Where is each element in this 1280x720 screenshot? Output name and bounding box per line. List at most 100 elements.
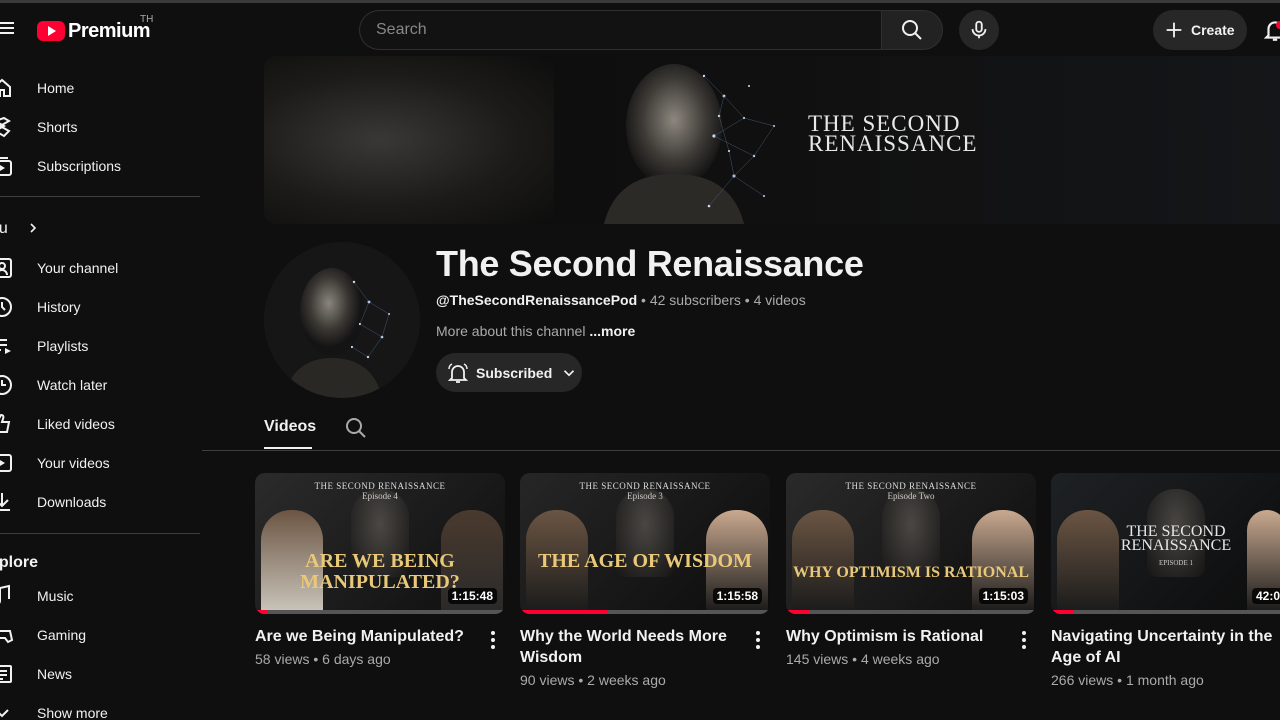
banner-title: THE SECOND RENAISSANCE bbox=[808, 112, 978, 156]
video-card[interactable]: THE SECOND RENAISSANCE EPISODE 1 42:0 Na… bbox=[1051, 473, 1280, 688]
video-card[interactable]: THE SECOND RENAISSANCE Episode Two WHY O… bbox=[786, 473, 1036, 667]
sidebar-item-label: History bbox=[37, 298, 81, 315]
sidebar-you-heading[interactable]: ou bbox=[0, 209, 202, 248]
sidebar-item-home[interactable]: Home bbox=[0, 68, 202, 107]
chevron-down-icon bbox=[564, 369, 575, 376]
video-thumbnail[interactable]: THE SECOND RENAISSANCE Episode Two WHY O… bbox=[786, 473, 1036, 614]
gaming-icon bbox=[0, 630, 14, 644]
your-videos-icon bbox=[0, 454, 12, 472]
your-channel-icon bbox=[0, 258, 12, 278]
thumb-headline: ARE WE BEING MANIPULATED? bbox=[300, 550, 460, 593]
explore-heading-label: xplore bbox=[0, 553, 39, 571]
search-input[interactable] bbox=[359, 10, 881, 50]
meta-separator: • bbox=[309, 651, 323, 667]
plus-icon bbox=[1166, 22, 1182, 38]
banner-line-2: RENAISSANCE bbox=[808, 131, 978, 156]
create-button[interactable]: Create bbox=[1153, 10, 1247, 50]
video-duration: 42:0 bbox=[1251, 588, 1280, 604]
channel-about[interactable]: More about this channel ...more bbox=[436, 323, 635, 339]
view-count: 90 views bbox=[520, 672, 575, 688]
sidebar-item-show-more[interactable]: Show more bbox=[0, 693, 202, 720]
search-bar bbox=[359, 10, 943, 50]
video-title[interactable]: Why Optimism is Rational bbox=[786, 626, 1011, 647]
video-count: 4 videos bbox=[753, 292, 806, 308]
chevron-right-icon bbox=[30, 223, 37, 233]
subscribed-button[interactable]: Subscribed bbox=[436, 353, 582, 392]
create-label: Create bbox=[1191, 22, 1235, 38]
sidebar-item-label: Downloads bbox=[37, 493, 107, 510]
sidebar-item-gaming[interactable]: Gaming bbox=[0, 615, 202, 654]
sidebar-item-shorts[interactable]: Shorts bbox=[0, 107, 202, 146]
video-card[interactable]: THE SECOND RENAISSANCE Episode 4 ARE WE … bbox=[255, 473, 505, 667]
sidebar-item-history[interactable]: History bbox=[0, 287, 202, 326]
video-thumbnail[interactable]: THE SECOND RENAISSANCE EPISODE 1 42:0 bbox=[1051, 473, 1280, 614]
thumb-series: THE SECOND RENAISSANCE bbox=[314, 481, 446, 491]
more-actions-icon[interactable] bbox=[1014, 628, 1034, 652]
playlists-icon bbox=[0, 339, 11, 354]
sidebar-item-playlists[interactable]: Playlists bbox=[0, 326, 202, 365]
video-title[interactable]: Are we Being Manipulated? bbox=[255, 626, 480, 647]
tabs-divider bbox=[202, 450, 1280, 451]
chevron-down-icon bbox=[0, 709, 9, 718]
upload-age: 1 month ago bbox=[1125, 672, 1204, 688]
sidebar-item-your-channel[interactable]: Your channel bbox=[0, 248, 202, 287]
video-card[interactable]: THE SECOND RENAISSANCE Episode 3 THE AGE… bbox=[520, 473, 770, 688]
search-icon bbox=[902, 20, 922, 40]
video-title[interactable]: Why the World Needs More Wisdom bbox=[520, 626, 745, 668]
meta-separator: • bbox=[848, 651, 861, 667]
watch-progress-track bbox=[520, 610, 770, 614]
thumb-headline: WHY OPTIMISM IS RATIONAL bbox=[792, 564, 1030, 581]
video-meta: 90 views • 2 weeks ago bbox=[520, 672, 666, 688]
sidebar-item-label: News bbox=[37, 665, 73, 682]
sidebar-item-music[interactable]: Music bbox=[0, 576, 202, 615]
sidebar-item-watch-later[interactable]: Watch later bbox=[0, 365, 202, 404]
channel-search-icon[interactable] bbox=[344, 416, 368, 440]
video-title[interactable]: Navigating Uncertainty in the Age of AI bbox=[1051, 626, 1276, 668]
sidebar-item-news[interactable]: News bbox=[0, 654, 202, 693]
sidebar-item-label: Show more bbox=[37, 704, 108, 720]
upload-age: 4 weeks ago bbox=[860, 651, 940, 667]
sidebar-item-label: Your videos bbox=[37, 454, 110, 471]
tab-videos[interactable]: Videos bbox=[264, 418, 316, 436]
more-actions-icon[interactable] bbox=[483, 628, 503, 652]
sidebar-item-liked-videos[interactable]: Liked videos bbox=[0, 404, 202, 443]
voice-search-button[interactable] bbox=[959, 10, 999, 50]
like-icon bbox=[0, 413, 11, 433]
country-code: TH bbox=[140, 14, 154, 25]
sidebar-item-downloads[interactable]: Downloads bbox=[0, 482, 202, 521]
logo-text: Premium bbox=[68, 19, 151, 42]
sidebar-item-subscriptions[interactable]: Subscriptions bbox=[0, 146, 202, 185]
you-heading-label: ou bbox=[0, 219, 8, 237]
video-thumbnail[interactable]: THE SECOND RENAISSANCE Episode 3 THE AGE… bbox=[520, 473, 770, 614]
news-icon bbox=[0, 665, 12, 683]
thumb-headline: THE SECOND RENAISSANCE bbox=[1120, 523, 1232, 554]
banner-statue-art bbox=[604, 64, 775, 224]
watch-progress-fill bbox=[520, 610, 608, 614]
avatar-statue-art bbox=[264, 242, 420, 398]
sidebar: Home Shorts Subscriptions ou Your channe… bbox=[0, 57, 202, 720]
channel-avatar[interactable] bbox=[264, 242, 420, 398]
music-icon bbox=[0, 584, 10, 604]
channel-meta: @TheSecondRenaissancePod • 42 subscriber… bbox=[436, 292, 806, 308]
watch-progress-track bbox=[786, 610, 1036, 614]
youtube-premium-logo[interactable]: Premium bbox=[37, 18, 151, 44]
video-thumbnail[interactable]: THE SECOND RENAISSANCE Episode 4 ARE WE … bbox=[255, 473, 505, 614]
subscribed-label: Subscribed bbox=[476, 364, 553, 381]
more-actions-icon[interactable] bbox=[748, 628, 768, 652]
view-count: 58 views bbox=[255, 651, 310, 667]
shorts-icon bbox=[0, 116, 11, 138]
channel-handle: @TheSecondRenaissancePod bbox=[436, 292, 638, 308]
hamburger-menu-icon[interactable] bbox=[0, 19, 14, 41]
sidebar-item-your-videos[interactable]: Your videos bbox=[0, 443, 202, 482]
subscriptions-icon bbox=[0, 157, 12, 176]
search-button[interactable] bbox=[881, 10, 943, 50]
thumb-episode: Episode 4 bbox=[362, 491, 398, 501]
thumb-headline: THE AGE OF WISDOM bbox=[538, 550, 752, 572]
more-link[interactable]: ...more bbox=[589, 323, 635, 339]
sidebar-divider bbox=[0, 533, 200, 534]
video-meta: 58 views • 6 days ago bbox=[255, 651, 391, 667]
sidebar-item-label: Liked videos bbox=[37, 415, 115, 432]
sidebar-item-label: Subscriptions bbox=[37, 157, 122, 174]
watch-progress-track bbox=[1051, 610, 1280, 614]
upload-age: 2 weeks ago bbox=[587, 672, 666, 688]
